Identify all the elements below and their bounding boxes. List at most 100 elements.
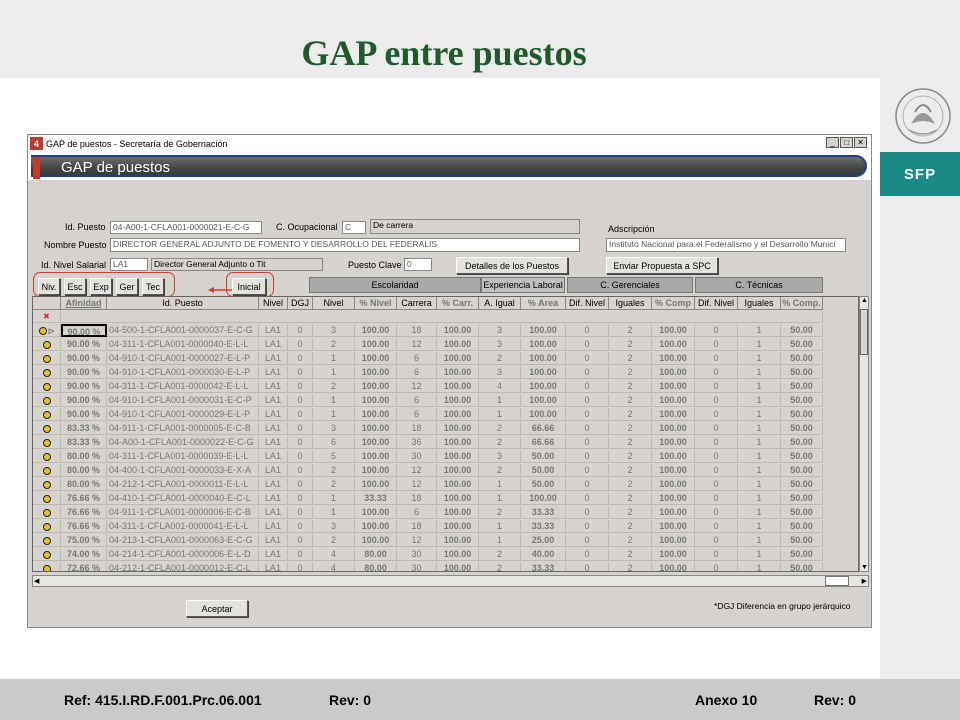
table-cell[interactable]: 3: [479, 450, 521, 463]
table-cell[interactable]: LA1: [259, 548, 288, 561]
table-cell[interactable]: 100.00: [437, 352, 479, 365]
table-cell[interactable]: 0: [288, 520, 313, 533]
column-header[interactable]: Afinidad: [61, 297, 107, 310]
table-cell[interactable]: 50.00: [521, 478, 566, 491]
table-cell[interactable]: 2: [479, 506, 521, 519]
table-row[interactable]: 90.00 % 04-910-1-CFLA001-0000029-E-L-P LA1…: [33, 408, 858, 421]
table-cell[interactable]: 100.00: [437, 380, 479, 393]
table-cell[interactable]: 30: [397, 548, 437, 561]
table-cell[interactable]: 0: [566, 394, 609, 407]
table-cell[interactable]: 0: [288, 548, 313, 561]
table-cell[interactable]: 50.00: [781, 352, 823, 365]
table-cell[interactable]: 2: [609, 478, 652, 491]
table-cell[interactable]: 04-910-1-CFLA001-0000030-E-L-P: [107, 366, 259, 379]
enviar-propuesta-button[interactable]: Enviar Propuesta a SPC: [606, 257, 718, 274]
table-cell[interactable]: 100.00: [652, 562, 695, 571]
table-cell[interactable]: LA1: [259, 506, 288, 519]
table-cell[interactable]: 1: [738, 478, 781, 491]
table-cell[interactable]: 1: [738, 380, 781, 393]
table-cell[interactable]: 2: [609, 534, 652, 547]
table-cell[interactable]: 0: [288, 506, 313, 519]
table-cell[interactable]: 1: [738, 352, 781, 365]
delete-marker-icon[interactable]: ✖: [33, 310, 61, 323]
table-cell[interactable]: 04-311-1-CFLA001-0000040-E-L-L: [107, 338, 259, 351]
table-cell[interactable]: 90.00 %: [61, 394, 107, 407]
adscripcion-field[interactable]: Instituto Nacional para el Federalismo y…: [606, 238, 846, 252]
table-row[interactable]: 90.00 % 04-910-1-CFLA001-0000031-E-C-P LA1…: [33, 394, 858, 407]
column-header[interactable]: Iguales: [738, 297, 781, 310]
table-cell[interactable]: 0: [566, 450, 609, 463]
table-cell[interactable]: 0: [695, 520, 738, 533]
id-nivel-field[interactable]: LA1: [110, 258, 148, 271]
row-indicator[interactable]: [33, 450, 61, 463]
table-cell[interactable]: 72.66 %: [61, 562, 107, 571]
table-cell[interactable]: 2: [609, 562, 652, 571]
table-cell[interactable]: 1: [738, 422, 781, 435]
table-cell[interactable]: 90.00 %: [61, 352, 107, 365]
table-cell[interactable]: 04-500-1-CFLA001-0000037-E-C-G: [107, 324, 259, 337]
table-cell[interactable]: 3: [313, 422, 355, 435]
table-cell[interactable]: 66.66: [521, 436, 566, 449]
vertical-scrollbar[interactable]: ▲ ▼: [859, 296, 869, 572]
table-cell[interactable]: 80.00 %: [61, 478, 107, 491]
table-cell[interactable]: 50.00: [781, 534, 823, 547]
table-cell[interactable]: 30: [397, 562, 437, 571]
table-cell[interactable]: 100.00: [437, 324, 479, 337]
table-cell[interactable]: 100.00: [437, 436, 479, 449]
table-cell[interactable]: 100.00: [355, 520, 397, 533]
table-cell[interactable]: 2: [609, 380, 652, 393]
table-cell[interactable]: 50.00: [781, 436, 823, 449]
table-cell[interactable]: 1: [313, 492, 355, 505]
table-cell[interactable]: 100.00: [355, 366, 397, 379]
horizontal-scroll-thumb[interactable]: [825, 576, 849, 586]
table-cell[interactable]: 1: [738, 394, 781, 407]
table-row[interactable]: 80.00 % 04-400-1-CFLA001-0000033-E-X-A LA1…: [33, 464, 858, 477]
table-cell[interactable]: 0: [695, 422, 738, 435]
table-cell[interactable]: 0: [566, 478, 609, 491]
table-cell[interactable]: 100.00: [652, 324, 695, 337]
table-row[interactable]: 83.33 % 04-911-1-CFLA001-0000005-E-C-B LA1…: [33, 422, 858, 435]
row-indicator[interactable]: [33, 534, 61, 547]
table-cell[interactable]: 100.00: [652, 534, 695, 547]
table-cell[interactable]: 04-911-1-CFLA001-0000006-E-C-B: [107, 506, 259, 519]
table-cell[interactable]: 100.00: [652, 492, 695, 505]
table-cell[interactable]: 0: [695, 548, 738, 561]
table-cell[interactable]: 0: [566, 562, 609, 571]
table-cell[interactable]: 2: [313, 534, 355, 547]
close-button[interactable]: ✕: [854, 137, 867, 148]
table-cell[interactable]: 100.00: [437, 422, 479, 435]
table-row[interactable]: 76.66 % 04-410-1-CFLA001-0000040-E-C-L LA1…: [33, 492, 858, 505]
table-cell[interactable]: 100.00: [652, 422, 695, 435]
table-cell[interactable]: 100.00: [437, 534, 479, 547]
table-cell[interactable]: 50.00: [781, 548, 823, 561]
table-cell[interactable]: 80.00 %: [61, 450, 107, 463]
table-cell[interactable]: 2: [313, 380, 355, 393]
column-header[interactable]: DGJ: [288, 297, 313, 310]
c-ocupacional-field[interactable]: C: [342, 221, 366, 234]
table-cell[interactable]: 2: [479, 352, 521, 365]
table-cell[interactable]: 0: [288, 422, 313, 435]
table-cell[interactable]: 2: [609, 422, 652, 435]
table-cell[interactable]: 0: [288, 436, 313, 449]
table-cell[interactable]: 1: [313, 366, 355, 379]
table-cell[interactable]: 1: [738, 548, 781, 561]
table-cell[interactable]: 100.00: [355, 324, 397, 337]
table-cell[interactable]: 1: [738, 534, 781, 547]
table-cell[interactable]: 100.00: [355, 394, 397, 407]
table-cell[interactable]: LA1: [259, 380, 288, 393]
table-cell[interactable]: 6: [397, 394, 437, 407]
table-cell[interactable]: LA1: [259, 394, 288, 407]
table-cell[interactable]: 100.00: [521, 394, 566, 407]
table-cell[interactable]: 100.00: [437, 464, 479, 477]
column-header[interactable]: % Comp.: [781, 297, 823, 310]
table-cell[interactable]: 2: [609, 352, 652, 365]
column-header[interactable]: Id. Puesto: [107, 297, 259, 310]
table-cell[interactable]: 2: [609, 450, 652, 463]
table-cell[interactable]: 2: [313, 464, 355, 477]
table-cell[interactable]: 33.33: [355, 492, 397, 505]
table-cell[interactable]: 0: [566, 464, 609, 477]
table-cell[interactable]: 1: [479, 408, 521, 421]
table-cell[interactable]: 0: [288, 534, 313, 547]
table-cell[interactable]: 83.33 %: [61, 436, 107, 449]
table-cell[interactable]: 0: [288, 366, 313, 379]
